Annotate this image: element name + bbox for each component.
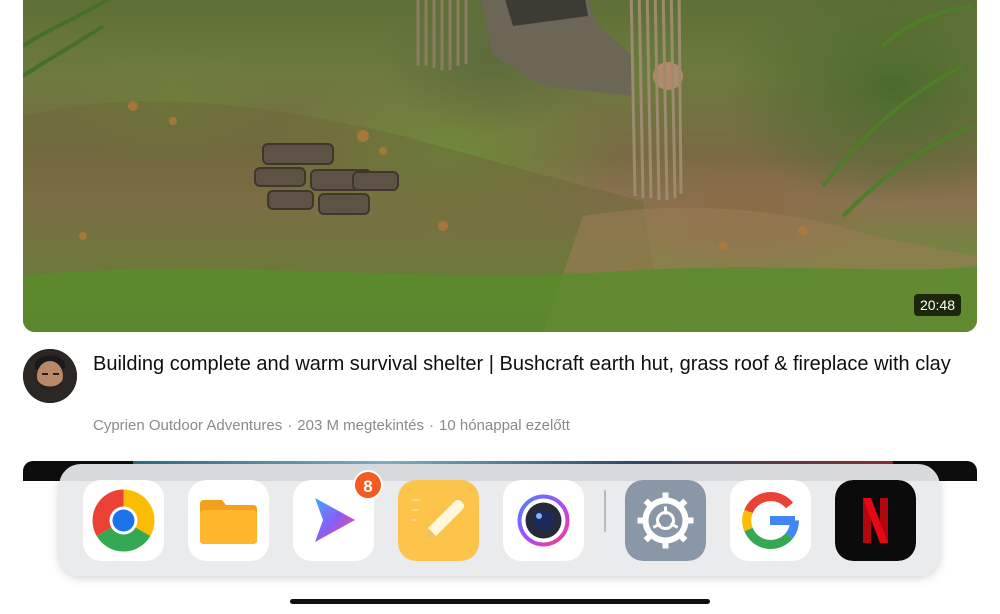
folder-icon: [188, 480, 269, 561]
meta-separator: ·: [429, 417, 435, 434]
notes-app-icon[interactable]: [398, 480, 479, 561]
meta-separator: ·: [287, 417, 293, 434]
settings-app-icon[interactable]: [625, 480, 706, 561]
video-thumbnail[interactable]: 20:48: [23, 0, 977, 332]
channel-avatar[interactable]: [23, 349, 77, 403]
chrome-icon: [83, 480, 164, 561]
files-app-icon[interactable]: [188, 480, 269, 561]
view-count: 203 M megtekintés: [297, 417, 425, 434]
upload-age: 10 hónappal ezelőtt: [439, 417, 570, 434]
google-app-icon[interactable]: [730, 480, 811, 561]
app-dock: 8: [59, 464, 940, 576]
google-icon: [730, 480, 811, 561]
video-title[interactable]: Building complete and warm survival shel…: [93, 350, 963, 378]
pencil-icon: [398, 480, 479, 561]
netflix-icon: [835, 480, 916, 561]
netflix-app-icon[interactable]: [835, 480, 916, 561]
notification-badge: 8: [353, 470, 383, 500]
channel-name[interactable]: Cyprien Outdoor Adventures: [93, 417, 282, 434]
dock-separator: [604, 490, 606, 532]
gear-icon: [625, 480, 706, 561]
video-duration-badge: 20:48: [913, 294, 961, 316]
thumbnail-scene: [23, 0, 977, 332]
camera-app-icon[interactable]: [503, 480, 584, 561]
video-metadata: Cyprien Outdoor Adventures · 203 M megteki…: [93, 417, 570, 434]
camera-icon: [503, 480, 584, 561]
home-indicator[interactable]: [290, 599, 710, 604]
chrome-app-icon[interactable]: [83, 480, 164, 561]
